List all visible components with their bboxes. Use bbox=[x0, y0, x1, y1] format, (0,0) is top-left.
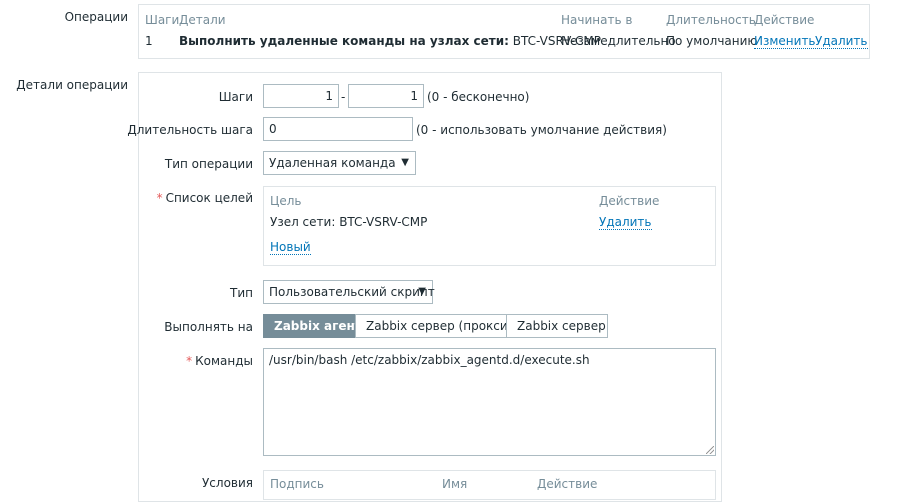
op-row-duration: По умолчанию bbox=[666, 34, 758, 48]
operation-type-label: Тип операции bbox=[164, 157, 253, 171]
edit-operation-link[interactable]: Изменить bbox=[754, 34, 816, 49]
conditions-name-col: Имя bbox=[442, 477, 468, 491]
required-asterisk: * bbox=[186, 354, 193, 368]
commands-label-text: Команды bbox=[195, 354, 253, 368]
conditions-label-col: Подпись bbox=[270, 477, 324, 491]
op-row-step: 1 bbox=[145, 34, 153, 48]
new-target-link[interactable]: Новый bbox=[270, 240, 311, 255]
chevron-down-icon: ▼ bbox=[401, 157, 409, 168]
target-list-label-text: Список целей bbox=[165, 191, 253, 205]
conditions-label: Условия bbox=[201, 476, 253, 490]
conditions-table: Подпись Имя Действие bbox=[263, 470, 716, 500]
execute-on-zabbix-server-proxy[interactable]: Zabbix сервер (прокси) bbox=[355, 314, 512, 338]
remove-target-link[interactable]: Удалить bbox=[599, 215, 652, 230]
steps-from-input[interactable]: 1 bbox=[263, 84, 339, 108]
steps-hint: (0 - бесконечно) bbox=[427, 90, 530, 104]
col-action-header: Действие bbox=[754, 13, 815, 27]
commands-value: /usr/bin/bash /etc/zabbix/zabbix_agentd.… bbox=[269, 353, 590, 367]
op-row-details-text: Выполнить удаленные команды на узлах сет… bbox=[179, 34, 509, 48]
chevron-down-icon: ▼ bbox=[418, 286, 426, 297]
type-value: Пользовательский скрипт bbox=[269, 285, 435, 299]
op-row-details: Выполнить удаленные команды на узлах сет… bbox=[179, 34, 601, 48]
col-details-header: Детали bbox=[179, 13, 226, 27]
steps-label: Шаги bbox=[218, 90, 253, 104]
target-col-header: Цель bbox=[270, 194, 302, 208]
delete-operation-link[interactable]: Удалить bbox=[815, 34, 868, 49]
operations-label: Операции bbox=[64, 10, 128, 24]
target-action-col-header: Действие bbox=[599, 194, 660, 208]
type-label: Тип bbox=[230, 286, 253, 300]
target-list-table: Цель Действие Узел сети: BTC-VSRV-CMP Уд… bbox=[263, 186, 716, 266]
commands-textarea[interactable]: /usr/bin/bash /etc/zabbix/zabbix_agentd.… bbox=[263, 348, 716, 456]
step-duration-hint: (0 - использовать умолчание действия) bbox=[416, 123, 667, 137]
steps-separator: - bbox=[341, 90, 346, 104]
conditions-action-col: Действие bbox=[537, 477, 598, 491]
type-select[interactable]: Пользовательский скрипт ▼ bbox=[263, 280, 435, 304]
operation-type-value: Удаленная команда bbox=[269, 156, 396, 170]
step-duration-label: Длительность шага bbox=[127, 123, 253, 137]
step-duration-input[interactable]: 0 bbox=[263, 117, 413, 141]
resize-grip-icon[interactable] bbox=[706, 446, 714, 454]
execute-on-zabbix-server[interactable]: Zabbix сервер bbox=[506, 314, 608, 338]
operation-type-select[interactable]: Удаленная команда ▼ bbox=[263, 151, 416, 175]
col-duration-header: Длительность bbox=[666, 13, 756, 27]
target-row: Узел сети: BTC-VSRV-CMP bbox=[270, 215, 428, 229]
execute-on-label: Выполнять на bbox=[164, 320, 253, 334]
required-asterisk: * bbox=[156, 191, 163, 205]
col-steps-header: Шаги bbox=[145, 13, 180, 27]
execute-on-zabbix-agent[interactable]: Zabbix агент bbox=[263, 314, 362, 338]
steps-to-input[interactable]: 1 bbox=[348, 84, 424, 108]
operations-table: Шаги Детали Начинать в Длительность Дейс… bbox=[138, 4, 870, 59]
commands-label: * Команды bbox=[186, 354, 253, 368]
col-start-header: Начинать в bbox=[561, 13, 633, 27]
op-row-start: Незамедлительно bbox=[561, 34, 676, 48]
operation-details-label: Детали операции bbox=[16, 78, 128, 92]
target-list-label: * Список целей bbox=[157, 191, 253, 205]
